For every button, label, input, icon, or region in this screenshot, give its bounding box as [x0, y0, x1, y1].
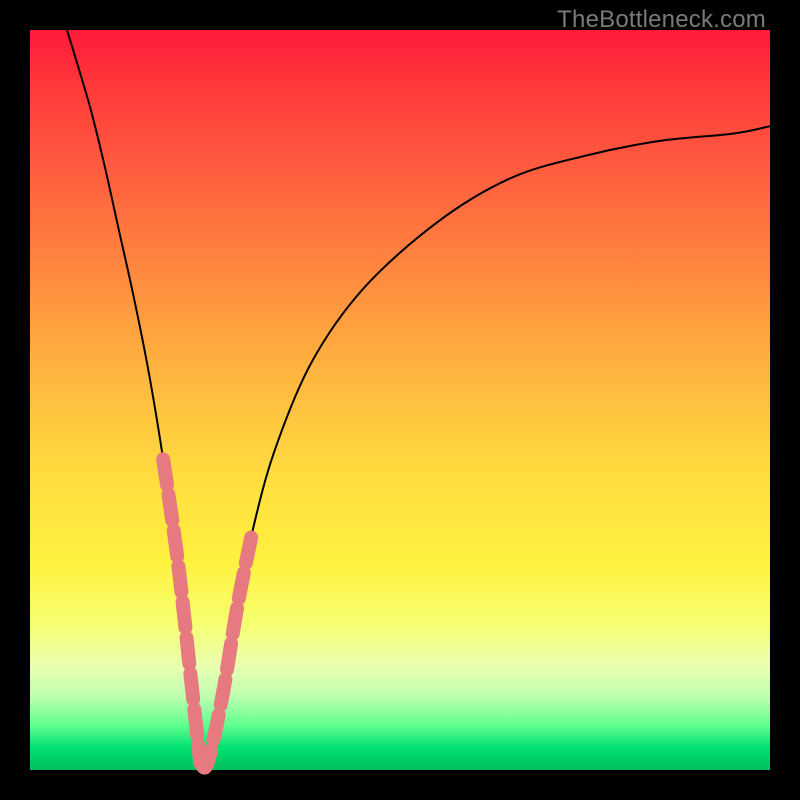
bead-segment-left	[163, 459, 200, 762]
curve-svg	[30, 30, 770, 770]
bead-segment-right	[200, 533, 252, 767]
bottleneck-curve	[67, 30, 770, 771]
